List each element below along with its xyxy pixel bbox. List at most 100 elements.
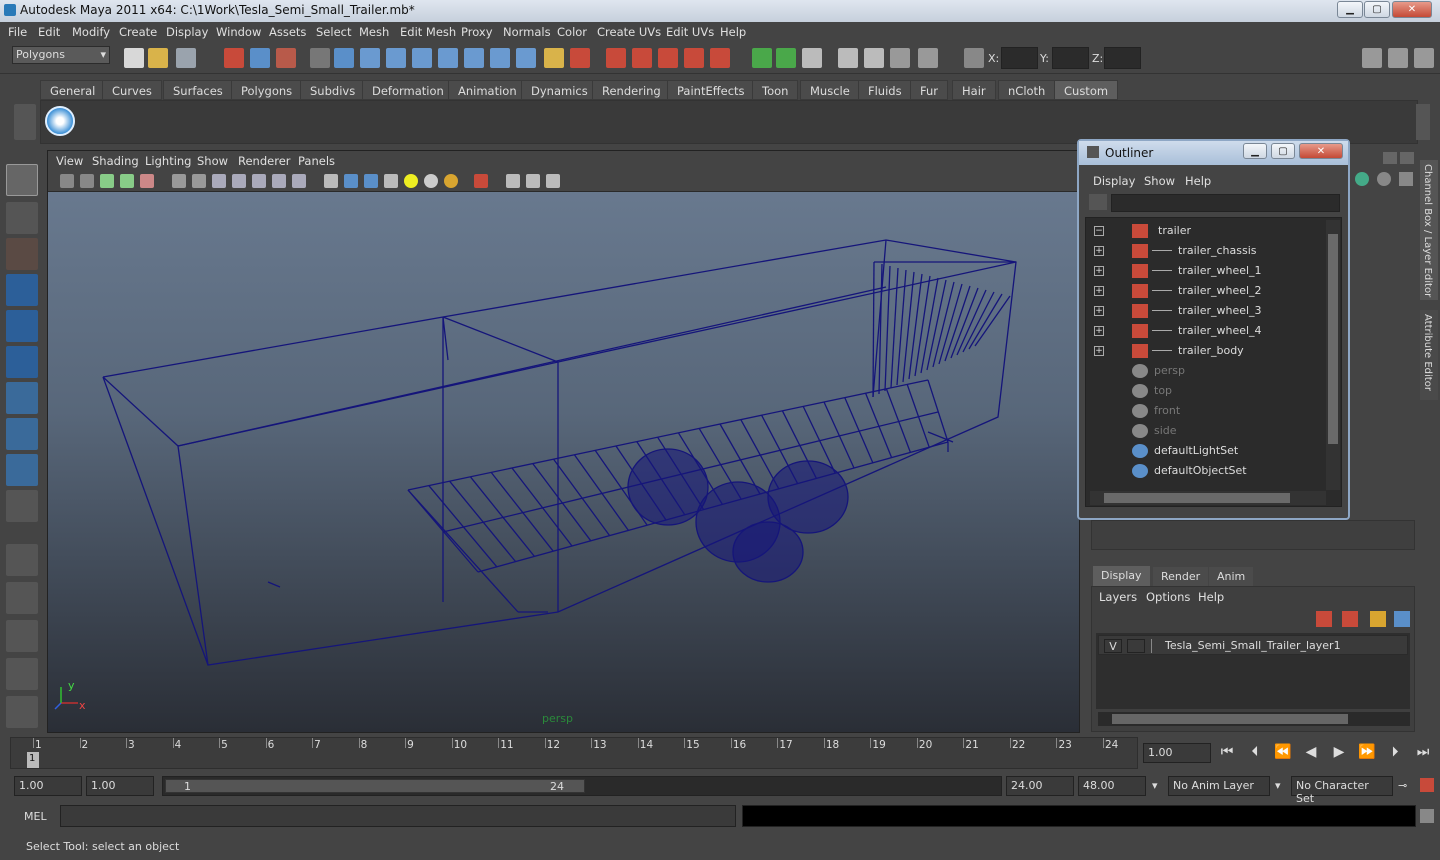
hypershade-layout-icon[interactable] xyxy=(6,696,38,728)
menu-color[interactable]: Color xyxy=(557,25,587,39)
smooth-shading-icon[interactable] xyxy=(344,174,358,188)
magnet-icon[interactable] xyxy=(606,48,626,68)
go-to-end-icon[interactable]: ⏭ xyxy=(1412,744,1434,766)
layer-menu-layers[interactable]: Layers xyxy=(1099,590,1137,604)
step-forward-key-icon[interactable]: ⏩ xyxy=(1356,744,1378,766)
safe-action-icon[interactable] xyxy=(272,174,286,188)
shelf-tab-subdivs[interactable]: Subdivs xyxy=(300,80,366,100)
shelf-scroll-icon[interactable] xyxy=(1416,104,1430,140)
xray-icon[interactable] xyxy=(506,174,520,188)
move-tool-icon[interactable] xyxy=(6,274,38,306)
shelf-tab-toon[interactable]: Toon xyxy=(752,80,799,100)
maximize-button[interactable]: ▢ xyxy=(1364,1,1390,18)
shelf-tab-fur[interactable]: Fur xyxy=(910,80,949,100)
collapse-icon[interactable]: − xyxy=(1094,226,1104,236)
outliner-item[interactable]: persp xyxy=(1086,361,1326,381)
outliner-item[interactable]: − trailer xyxy=(1086,221,1326,241)
render-frame-icon[interactable] xyxy=(752,48,772,68)
playback-end-field[interactable]: 24.00 xyxy=(1006,776,1074,796)
viewport-persp[interactable]: View Shading Lighting Show Renderer Pane… xyxy=(47,150,1080,733)
side-tab-attribute-editor[interactable]: Attribute Editor xyxy=(1420,310,1438,400)
resolution-gate-icon[interactable] xyxy=(212,174,226,188)
command-input[interactable] xyxy=(60,805,736,827)
outliner-menu-show[interactable]: Show xyxy=(1144,174,1175,188)
select-component-icon[interactable] xyxy=(276,48,296,68)
preferences-icon[interactable] xyxy=(1420,778,1434,792)
outliner-item[interactable]: + trailer_wheel_3 xyxy=(1086,301,1326,321)
wireframe-icon[interactable] xyxy=(172,174,186,188)
default-light-icon[interactable] xyxy=(404,174,418,188)
scale-tool-icon[interactable] xyxy=(6,346,38,378)
minimize-button[interactable]: ▁ xyxy=(1337,1,1363,18)
layer-editor-mode-icon[interactable] xyxy=(1377,172,1391,186)
tool-settings-toggle-icon[interactable] xyxy=(1414,48,1434,68)
open-scene-icon[interactable] xyxy=(148,48,168,68)
layer-visibility-toggle[interactable]: V xyxy=(1104,639,1122,653)
outliner-item[interactable]: defaultLightSet xyxy=(1086,441,1326,461)
channel-box-toggle-icon[interactable] xyxy=(1388,48,1408,68)
outliner-maximize-button[interactable]: ▢ xyxy=(1271,143,1295,159)
character-set-dropdown[interactable]: No Character Set xyxy=(1291,776,1393,805)
expand-icon[interactable]: + xyxy=(1094,246,1104,256)
move-layer-down-icon[interactable] xyxy=(1342,611,1358,627)
outliner-item[interactable]: top xyxy=(1086,381,1326,401)
render-settings-icon[interactable] xyxy=(802,48,822,68)
snap-curve-icon[interactable] xyxy=(360,48,380,68)
shelf-tab-rendering[interactable]: Rendering xyxy=(592,80,671,100)
shelf-tab-custom[interactable]: Custom xyxy=(1054,80,1119,100)
viewport-menu-panels[interactable]: Panels xyxy=(298,154,335,168)
float-icon[interactable] xyxy=(1383,152,1397,164)
rotate-tool-icon[interactable] xyxy=(6,310,38,342)
toggle-icon[interactable] xyxy=(918,48,938,68)
safe-title-icon[interactable] xyxy=(292,174,306,188)
layer-type-toggle[interactable] xyxy=(1127,639,1145,653)
isolate-select-icon[interactable] xyxy=(474,174,488,188)
command-language-label[interactable]: MEL xyxy=(24,810,47,823)
outliner-close-button[interactable]: ✕ xyxy=(1299,143,1343,159)
shelf-tab-dynamics[interactable]: Dynamics xyxy=(521,80,598,100)
sculpt-icon[interactable] xyxy=(864,48,884,68)
snap-point-icon[interactable] xyxy=(386,48,406,68)
shelf-options-icon[interactable] xyxy=(14,104,36,140)
menu-set-dropdown[interactable]: Polygons ▾ xyxy=(12,46,110,64)
soft-mod-tool-icon[interactable] xyxy=(6,418,38,450)
layer-color-icon[interactable] xyxy=(1151,639,1163,653)
menu-display[interactable]: Display xyxy=(166,25,208,39)
magnet-point-icon[interactable] xyxy=(658,48,678,68)
menu-proxy[interactable]: Proxy xyxy=(461,25,493,39)
share-icon[interactable] xyxy=(546,174,560,188)
layer-name[interactable]: Tesla_Semi_Small_Trailer_layer1 xyxy=(1165,639,1341,652)
outliner-layout-icon[interactable] xyxy=(6,620,38,652)
new-layer-from-selection-icon[interactable] xyxy=(1394,611,1410,627)
layer-tab-display[interactable]: Display xyxy=(1093,566,1150,586)
close-panel-icon[interactable] xyxy=(1400,152,1414,164)
outliner-vscrollbar-thumb[interactable] xyxy=(1328,234,1338,444)
new-scene-icon[interactable] xyxy=(124,48,144,68)
pick-mask-icon[interactable] xyxy=(310,48,330,68)
wireframe-on-shaded-icon[interactable] xyxy=(364,174,378,188)
history-icon[interactable] xyxy=(464,48,484,68)
viewport-menu-renderer[interactable]: Renderer xyxy=(238,154,291,168)
grid-icon[interactable] xyxy=(140,174,154,188)
camera-attributes-icon[interactable] xyxy=(80,174,94,188)
layer-scrollbar-thumb[interactable] xyxy=(1112,714,1348,724)
four-pane-layout-icon[interactable] xyxy=(6,582,38,614)
shelf-tab-general[interactable]: General xyxy=(40,80,106,100)
outliner-filter-icon[interactable] xyxy=(1089,194,1107,210)
layer-tab-render[interactable]: Render xyxy=(1153,567,1209,587)
menu-help[interactable]: Help xyxy=(720,25,746,39)
menu-file[interactable]: File xyxy=(8,25,27,39)
attribute-editor-mode-icon[interactable] xyxy=(1399,172,1413,186)
outliner-vscrollbar[interactable] xyxy=(1326,220,1340,490)
last-tool-icon[interactable] xyxy=(6,490,38,522)
layer-tab-anim[interactable]: Anim xyxy=(1209,567,1254,587)
camera-icon[interactable] xyxy=(60,174,74,188)
lock-icon[interactable] xyxy=(544,48,564,68)
panel-layout-icon[interactable] xyxy=(1362,48,1382,68)
shelf-tab-painteffects[interactable]: PaintEffects xyxy=(667,80,755,100)
viewport-menu-shading[interactable]: Shading xyxy=(92,154,139,168)
save-scene-icon[interactable] xyxy=(176,48,196,68)
lasso-tool-icon[interactable] xyxy=(6,202,38,234)
menu-edit-mesh[interactable]: Edit Mesh xyxy=(400,25,456,39)
menu-mesh[interactable]: Mesh xyxy=(359,25,389,39)
